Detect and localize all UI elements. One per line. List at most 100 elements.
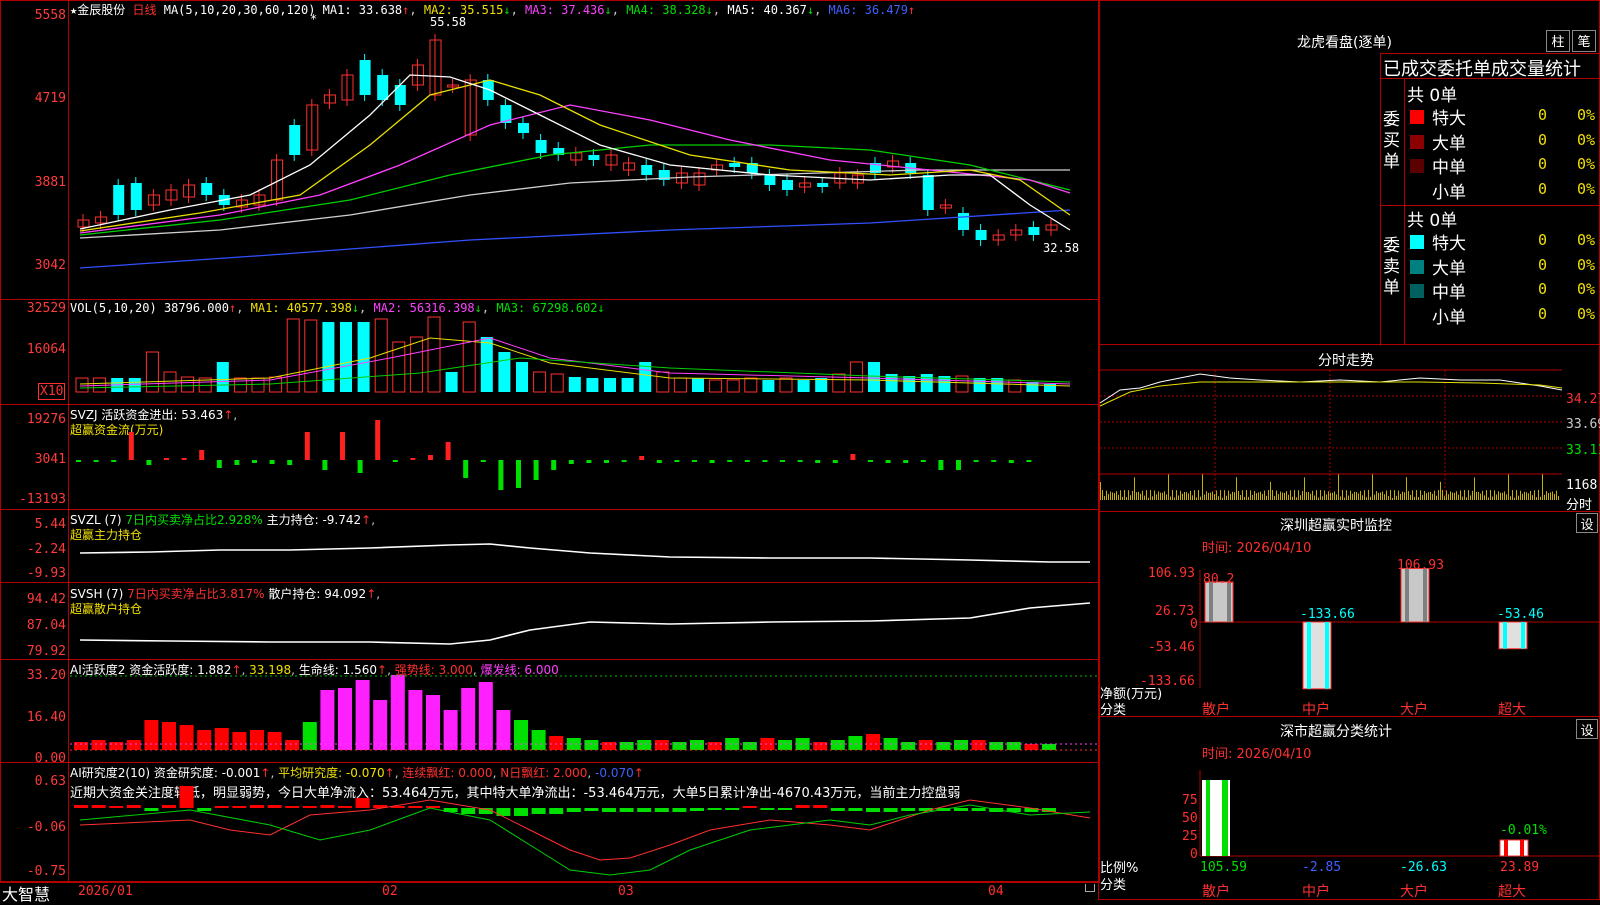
intraday-vol-bar — [1548, 493, 1549, 500]
intraday-vol-bar — [1444, 496, 1445, 500]
order-count: 0 — [1538, 179, 1548, 198]
bar — [357, 460, 363, 473]
sz-monitor-settings-button[interactable]: 设 — [1576, 513, 1598, 533]
date-tick-4: 04 — [988, 884, 1004, 899]
activity-bar — [602, 742, 616, 750]
pen-view-button[interactable]: 笔 — [1572, 30, 1596, 52]
ai-active-axis-2: 16.40 — [26, 710, 66, 725]
intraday-vol-bar — [1406, 477, 1407, 500]
intraday-vol-bar — [1540, 496, 1541, 500]
net-bar-label: -53.46 — [1497, 607, 1544, 622]
bar-stripe — [1307, 622, 1311, 689]
research-bar — [742, 806, 757, 808]
sell-side-label: 委卖单 — [1383, 236, 1400, 298]
research-bar — [848, 808, 863, 811]
ma3-line — [79, 104, 1071, 234]
activity-bar — [478, 682, 493, 750]
activity-bar — [778, 740, 792, 750]
intraday-vol-bar — [1388, 496, 1389, 500]
order-count: 0 — [1538, 231, 1548, 249]
bar-view-button[interactable]: 柱 — [1546, 30, 1570, 52]
intraday-vol-bar — [1458, 494, 1459, 500]
svzl-axis-3: -9.93 — [26, 566, 66, 581]
intraday-vol-bar — [1538, 490, 1539, 500]
activity-bar — [426, 695, 440, 750]
intraday-vol-bar — [1456, 491, 1457, 500]
intraday-vol-bar — [1174, 497, 1175, 500]
bar-stripe — [1520, 840, 1524, 856]
candle — [535, 140, 547, 153]
bar — [304, 432, 310, 460]
research-bar — [144, 808, 159, 811]
research-bar — [549, 808, 564, 814]
bar — [128, 432, 134, 460]
intraday-vol-bar — [1118, 494, 1119, 500]
intraday-vol-bar — [1558, 495, 1559, 500]
intraday-vol-bar — [1480, 493, 1481, 500]
activity-bar — [936, 742, 951, 750]
sz-category-settings-button[interactable]: 设 — [1576, 719, 1598, 739]
research-bar — [760, 808, 775, 810]
intraday-vol-bar — [1230, 493, 1231, 500]
svzl-axis-2: -2.24 — [26, 542, 66, 557]
intraday-vol-bar — [1144, 495, 1145, 500]
research-bar — [954, 808, 968, 811]
intraday-vol-bar — [1498, 491, 1499, 500]
volume-bar — [744, 377, 758, 393]
bar — [639, 456, 645, 460]
intraday-vol-bar — [1504, 491, 1505, 500]
intraday-vol-bar — [1278, 494, 1279, 500]
order-pct: 0% — [1577, 179, 1596, 198]
ai-research-axis-1: 0.63 — [34, 774, 66, 789]
lock-icon[interactable] — [1085, 884, 1095, 892]
intraday-vol-bar — [1184, 491, 1185, 500]
intraday-vol-bar — [1486, 490, 1487, 500]
intraday-vol-bar — [1336, 494, 1337, 500]
intraday-vol-bar — [1234, 492, 1235, 500]
intraday-vol-bar — [1362, 495, 1363, 500]
volume-bar — [1026, 382, 1039, 392]
volume-bar — [709, 379, 723, 393]
order-size-label: 小单 — [1432, 182, 1466, 203]
volume-bar — [797, 380, 810, 392]
intraday-vol-bar — [1360, 490, 1361, 500]
intraday-vol-bar — [1532, 495, 1533, 500]
bar-stripe — [1504, 840, 1508, 856]
intraday-vol-bar — [1224, 490, 1225, 500]
order-size-swatch — [1410, 159, 1424, 173]
research-bar — [672, 808, 687, 812]
szc-axis-2: 50 — [1182, 811, 1198, 826]
intraday-vol-bar — [1214, 494, 1215, 500]
volume-bar — [849, 361, 863, 393]
bar — [604, 460, 609, 463]
intraday-vol-bar — [1384, 494, 1385, 500]
intraday-vol-bar — [1502, 492, 1503, 500]
activity-bar — [109, 742, 124, 750]
volume-bar — [920, 374, 933, 392]
volume-bar — [762, 380, 775, 392]
intraday-vol-bar — [1400, 493, 1401, 500]
intraday-vol-bar — [1478, 491, 1479, 500]
activity-bar — [144, 720, 159, 750]
intraday-vol-bar — [1380, 492, 1381, 500]
candle — [975, 230, 987, 240]
szc-axis-4: 0 — [1190, 847, 1198, 862]
activity-bar — [848, 736, 863, 750]
intraday-vol-bar — [1246, 490, 1247, 500]
intraday-vol-bar — [1124, 490, 1125, 500]
volume-bar — [427, 316, 441, 393]
volume-bar — [480, 337, 493, 392]
intraday-vol-bar — [1122, 496, 1123, 500]
bar — [586, 460, 592, 463]
intraday-vol-bar — [1500, 492, 1501, 500]
net-bar-label: 106.93 — [1397, 558, 1444, 573]
bar — [692, 460, 697, 462]
intraday-vol-bar — [1402, 491, 1403, 500]
intraday-vol-bar — [1220, 490, 1221, 500]
research-bar — [725, 808, 740, 810]
volume-bar — [868, 362, 880, 392]
intraday-vol-bar — [1440, 481, 1441, 500]
order-count: 0 — [1538, 106, 1548, 124]
activity-bar — [302, 722, 317, 750]
intraday-vol-bar — [1292, 496, 1293, 500]
